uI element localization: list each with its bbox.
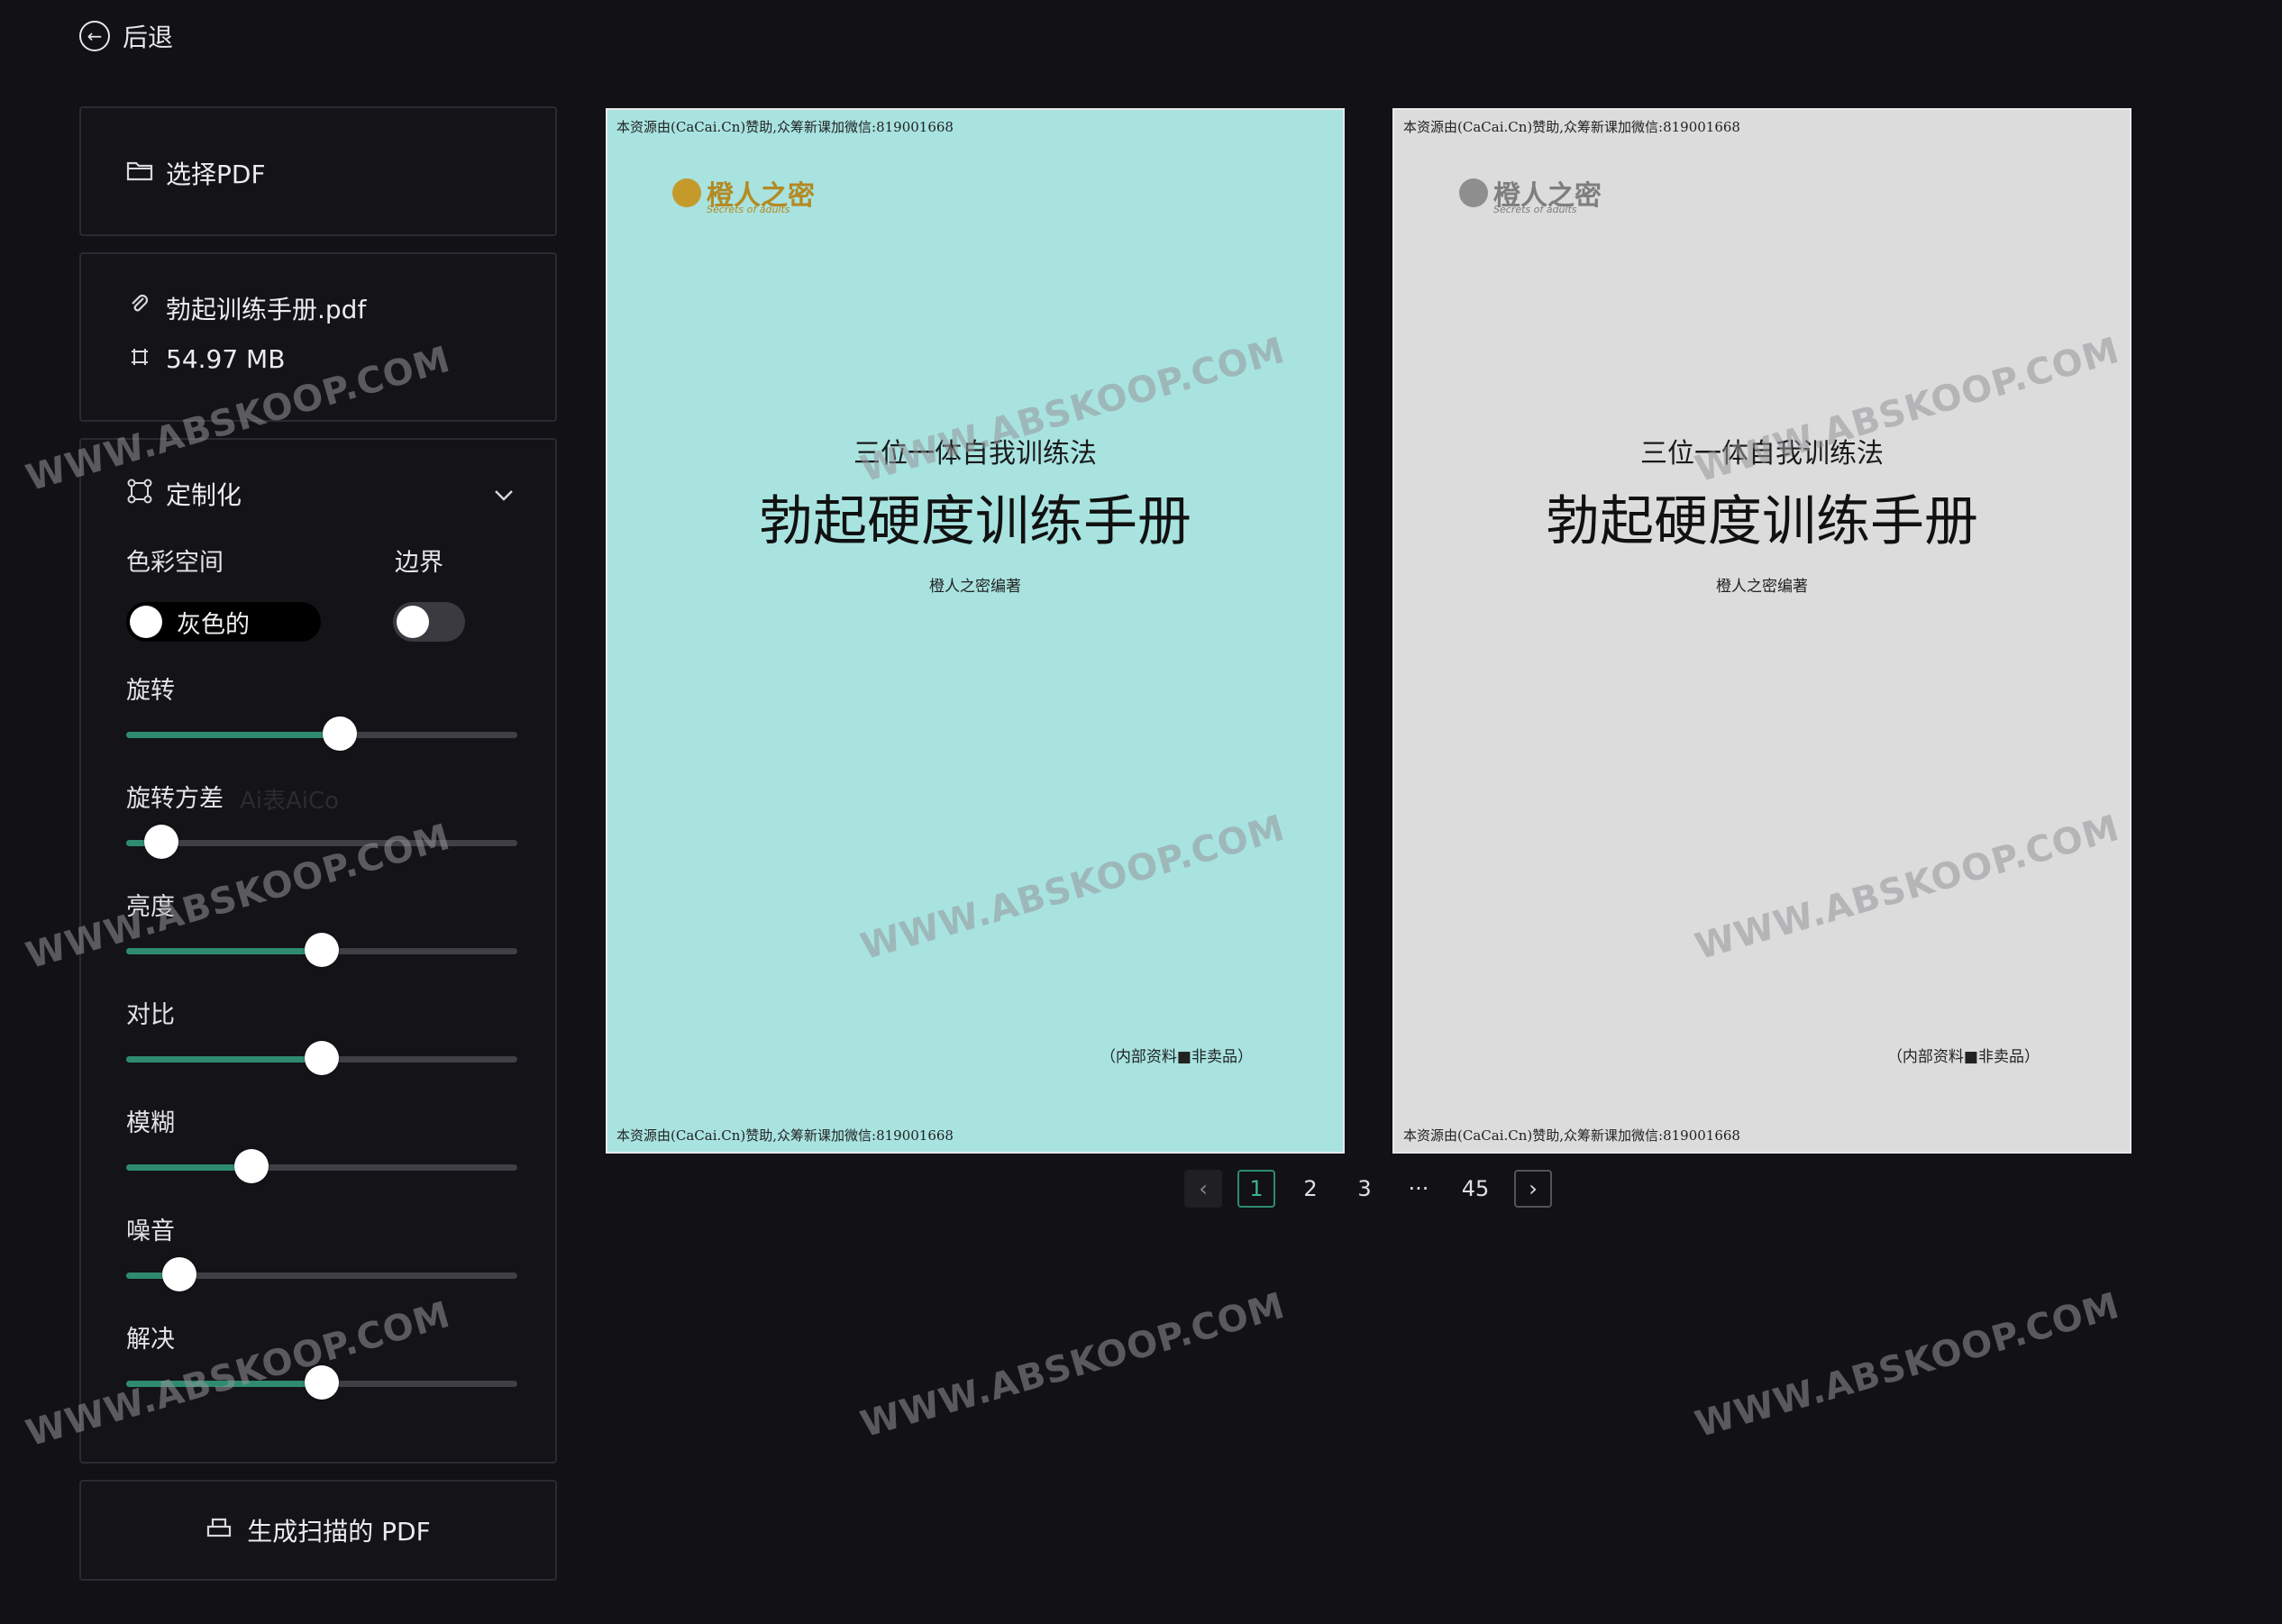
- back-label: 后退: [123, 23, 174, 52]
- customize-title: 定制化: [166, 480, 242, 510]
- slider-fill: [126, 948, 322, 954]
- resolution-label: 解决: [126, 1326, 175, 1354]
- chevron-right-icon: ›: [1529, 1176, 1538, 1201]
- rotation-slider[interactable]: [126, 716, 517, 751]
- book-footer: （内部资料■非卖品）: [1886, 1048, 2040, 1066]
- folder-icon: [126, 160, 153, 187]
- file-name: 勃起训练手册.pdf: [166, 295, 367, 324]
- pdf-preview-original: 本资源由(CaCai.Cn)赞助,众筹新课加微信:819001668 橙人之密 …: [606, 108, 1345, 1154]
- noise-slider[interactable]: [126, 1257, 517, 1291]
- toggle-knob: [130, 606, 162, 638]
- slider-thumb[interactable]: [305, 1041, 339, 1075]
- blur-slider[interactable]: [126, 1149, 517, 1183]
- next-page-button[interactable]: ›: [1514, 1170, 1552, 1208]
- page-1-button[interactable]: 1: [1237, 1170, 1275, 1208]
- color-space-value: 灰色的: [177, 610, 250, 639]
- blur-label: 模糊: [126, 1109, 175, 1137]
- logo-subtitle: Secrets of adults: [1493, 204, 1577, 215]
- dimensions-icon: [126, 346, 153, 373]
- rotation-variance-label: 旋转方差: [126, 785, 224, 813]
- slider-fill: [126, 732, 340, 738]
- slider-thumb[interactable]: [322, 716, 357, 751]
- slider-thumb[interactable]: [305, 1365, 339, 1400]
- brightness-label: 亮度: [126, 893, 175, 921]
- prev-page-button[interactable]: ‹: [1184, 1170, 1222, 1208]
- toggle-knob: [397, 606, 429, 638]
- book-footer: （内部资料■非卖品）: [1100, 1048, 1253, 1066]
- chevron-left-icon: ‹: [1199, 1176, 1208, 1201]
- contrast-slider[interactable]: [126, 1041, 517, 1075]
- logo-subtitle: Secrets of adults: [707, 204, 790, 215]
- back-button[interactable]: ← 后退: [79, 18, 173, 54]
- logo-mark-icon: [1459, 178, 1488, 207]
- watermark: WWW.ABSKOOP.COM: [1691, 1284, 2124, 1446]
- contrast-label: 对比: [126, 1001, 175, 1029]
- resolution-slider[interactable]: [126, 1365, 517, 1400]
- slider-fill: [126, 1056, 322, 1063]
- page-top-note: 本资源由(CaCai.Cn)赞助,众筹新课加微信:819001668: [1403, 119, 1740, 135]
- select-pdf-label: 选择PDF: [166, 160, 266, 189]
- generate-panel: 生成扫描的 PDF: [79, 1480, 557, 1581]
- publisher-logo: 橙人之密 Secrets of adults: [1459, 173, 1602, 215]
- page-top-note: 本资源由(CaCai.Cn)赞助,众筹新课加微信:819001668: [616, 119, 954, 135]
- pdf-preview-scanned: 本资源由(CaCai.Cn)赞助,众筹新课加微信:819001668 橙人之密 …: [1392, 108, 2131, 1154]
- page-2-button[interactable]: 2: [1292, 1170, 1329, 1208]
- file-name-row: 勃起训练手册.pdf: [126, 290, 366, 326]
- crop-icon: [126, 478, 153, 511]
- logo-mark-icon: [672, 178, 701, 207]
- page-3-button[interactable]: 3: [1346, 1170, 1383, 1208]
- border-label: 边界: [395, 549, 443, 577]
- border-toggle[interactable]: [393, 602, 465, 642]
- faint-text: Ai表AiCo: [240, 788, 340, 815]
- brightness-slider[interactable]: [126, 933, 517, 967]
- generate-pdf-button[interactable]: 生成扫描的 PDF: [81, 1482, 555, 1579]
- slider-thumb[interactable]: [305, 933, 339, 967]
- slider-thumb[interactable]: [161, 1257, 196, 1291]
- slider-thumb[interactable]: [144, 825, 179, 859]
- book-author: 橙人之密编著: [1716, 578, 1808, 596]
- watermark: WWW.ABSKOOP.COM: [856, 1284, 1290, 1446]
- book-title: 勃起硬度训练手册: [1546, 490, 1978, 553]
- book-subtitle: 三位一体自我训练法: [853, 438, 1097, 470]
- page-bottom-note: 本资源由(CaCai.Cn)赞助,众筹新课加微信:819001668: [1403, 1127, 1740, 1144]
- scanner-icon: [205, 1516, 233, 1546]
- paperclip-icon: [126, 294, 153, 324]
- color-space-label: 色彩空间: [126, 549, 224, 577]
- arrow-left-icon: ←: [79, 21, 110, 51]
- book-author: 橙人之密编著: [929, 578, 1021, 596]
- customize-panel: 定制化 色彩空间 边界 灰色的 旋转旋转方差亮度对比模糊噪音解决 Ai表AiCo: [79, 438, 557, 1464]
- noise-label: 噪音: [126, 1218, 175, 1245]
- page-bottom-note: 本资源由(CaCai.Cn)赞助,众筹新课加微信:819001668: [616, 1127, 954, 1144]
- publisher-logo: 橙人之密 Secrets of adults: [672, 173, 815, 215]
- select-pdf-button[interactable]: 选择PDF: [126, 155, 266, 191]
- slider-fill: [126, 1164, 251, 1171]
- color-space-toggle[interactable]: 灰色的: [126, 602, 321, 642]
- file-info-panel: 勃起训练手册.pdf 54.97 MB: [79, 252, 557, 422]
- book-title: 勃起硬度训练手册: [759, 490, 1191, 553]
- file-size: 54.97 MB: [166, 344, 286, 374]
- slider-fill: [126, 1381, 322, 1387]
- rotation-variance-slider[interactable]: [126, 825, 517, 859]
- customize-header[interactable]: 定制化: [126, 476, 242, 512]
- book-subtitle: 三位一体自我训练法: [1640, 438, 1884, 470]
- slider-thumb[interactable]: [233, 1149, 269, 1183]
- generate-pdf-label: 生成扫描的 PDF: [247, 1517, 431, 1546]
- file-size-row: 54.97 MB: [126, 344, 285, 374]
- page-ellipsis[interactable]: ···: [1400, 1170, 1438, 1208]
- select-pdf-panel: 选择PDF: [79, 106, 557, 236]
- rotation-label: 旋转: [126, 677, 175, 705]
- page-45-button[interactable]: 45: [1456, 1170, 1494, 1208]
- chevron-down-icon[interactable]: [494, 481, 514, 508]
